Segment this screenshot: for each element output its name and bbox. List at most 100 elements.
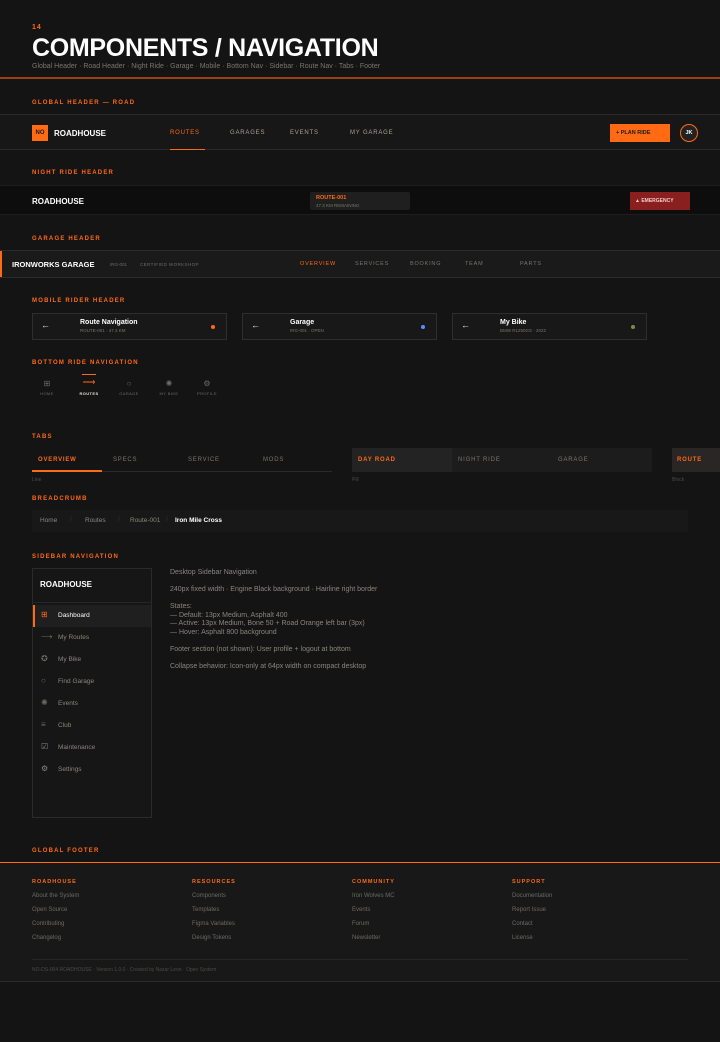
footer-link[interactable]: Design Tokens [192,935,342,949]
sidebar-item-events[interactable]: ✺ Events [33,693,151,715]
sidebar-item-find-garage[interactable]: ○ Find Garage [33,671,151,693]
footer-link[interactable]: Forum [352,921,502,935]
footer-link[interactable]: Open Source [32,907,182,921]
bottom-nav-home[interactable]: ⊞ HOME [32,374,62,404]
footer-link[interactable]: Templates [192,907,342,921]
mobile-header-bike[interactable]: ← My Bike BMW R1250GS · 2022 [452,313,647,340]
sidebar: ROADHOUSE ⊞ Dashboard ⟶ My Routes ✪ My B… [32,568,152,818]
route-status-chip[interactable]: ROUTE-001 47.3 KM REMAINING [310,192,410,210]
footer-link[interactable]: Newsletter [352,935,502,949]
footer-link[interactable]: Changelog [32,935,182,949]
breadcrumb-routes[interactable]: Routes [85,517,106,524]
mobile-card-title: Route Navigation [80,319,138,326]
garage-nav-services[interactable]: SERVICES [355,261,389,267]
sidebar-item-label: Settings [58,766,82,773]
tab-day-road[interactable]: DAY ROAD [352,448,452,472]
tab-service[interactable]: SERVICE [188,457,220,463]
nav-routes[interactable]: ROUTES [170,130,200,136]
sidebar-item-label: Find Garage [58,678,95,685]
garage-nav-team[interactable]: TEAM [465,261,483,267]
sidebar-item-my-routes[interactable]: ⟶ My Routes [33,627,151,649]
tab-mods[interactable]: MODS [263,457,284,463]
back-arrow-icon[interactable]: ← [461,320,470,330]
line-tabs: OVERVIEW SPECS SERVICE MODS [32,448,332,472]
nav-my-garage[interactable]: MY GARAGE [350,130,393,136]
nav-active-underline [170,149,205,150]
footer-link[interactable]: Iron Wolves MC [352,893,502,907]
garage-name[interactable]: IRONWORKS GARAGE [12,260,95,269]
footer-link[interactable]: Figma Variables [192,921,342,935]
logo-text[interactable]: ROADHOUSE [54,129,106,138]
bottom-nav-profile[interactable]: ⚙ PROFILE [192,374,222,404]
breadcrumb-current: Iron Mile Cross [175,517,222,524]
footer-divider [32,959,688,960]
garage-accent-bar [0,251,2,277]
garage-nav-parts[interactable]: PARTS [520,261,542,267]
sidebar-item-label: My Bike [58,656,82,663]
footer-column-title: RESOURCES [192,879,236,885]
section-label-garage-header: GARAGE HEADER [32,236,101,242]
bottom-nav-garage[interactable]: ○ GARAGE [114,374,144,404]
plan-ride-button[interactable]: + PLAN RIDE [610,124,670,142]
nav-garages[interactable]: GARAGES [230,130,265,136]
footer-link[interactable]: Contributing [32,921,182,935]
nav-events[interactable]: EVENTS [290,130,319,136]
footer-link[interactable]: About the System [32,893,182,907]
footer-link[interactable]: Documentation [512,893,662,907]
night-logo-text[interactable]: ROADHOUSE [32,197,84,206]
title-rule [0,77,720,79]
global-footer: ROADHOUSE About the System Open Source C… [0,862,720,982]
route-status-sub: 47.3 KM REMAINING [316,203,360,208]
footer-link[interactable]: License [512,935,662,949]
section-label-breadcrumb: BREADCRUMB [32,496,88,502]
bottom-nav-my-bike[interactable]: ✺ MY BIKE [154,374,184,404]
back-arrow-icon[interactable]: ← [251,320,260,330]
breadcrumb: Home / Routes / Route-001 / Iron Mile Cr… [32,510,688,532]
garage-header: IRONWORKS GARAGE IRG-001 CERTIFIED WORKS… [0,250,720,278]
notes-title: Desktop Sidebar Navigation [170,569,257,576]
emergency-button[interactable]: ▲ EMERGENCY [630,192,690,210]
sidebar-item-label: Maintenance [58,744,96,751]
back-arrow-icon[interactable]: ← [41,320,50,330]
garage-nav-booking[interactable]: BOOKING [410,261,441,267]
sidebar-item-dashboard[interactable]: ⊞ Dashboard [33,605,151,627]
breadcrumb-home[interactable]: Home [40,517,57,524]
garage-code: IRG-001 [110,262,128,267]
mobile-header-garage[interactable]: ← Garage IRG-001 · OPEN [242,313,437,340]
mobile-card-sub: BMW R1250GS · 2022 [500,328,547,333]
sidebar-item-settings[interactable]: ⚙ Settings [33,759,151,781]
footer-column-title: COMMUNITY [352,879,395,885]
footer-link[interactable]: Contact [512,921,662,935]
sidebar-item-my-bike[interactable]: ✪ My Bike [33,649,151,671]
bottom-nav-routes[interactable]: ⟶ ROUTES [74,374,104,404]
gear-icon: ⚙ [203,379,211,388]
mobile-header-route[interactable]: ← Route Navigation ROUTE-001 · 47.3 KM [32,313,227,340]
mobile-card-title: My Bike [500,319,527,326]
tab-night-ride[interactable]: NIGHT RIDE [458,457,501,463]
notes-state: — Active: 13px Medium, Bone 50 + Road Or… [170,620,365,627]
breadcrumb-route-001[interactable]: Route-001 [130,517,160,524]
tab-specs[interactable]: SPECS [113,457,137,463]
sidebar-item-label: Dashboard [58,612,90,619]
logo-badge[interactable]: NO [32,125,48,141]
tab-garage[interactable]: GARAGE [558,457,588,463]
sidebar-item-maintenance[interactable]: ☑ Maintenance [33,737,151,759]
section-label-mobile-header: MOBILE RIDER HEADER [32,298,126,304]
sidebar-item-label: Events [58,700,78,707]
sidebar-divider [33,602,151,603]
sidebar-item-club[interactable]: ≡ Club [33,715,151,737]
footer-link[interactable]: Components [192,893,342,907]
sidebar-logo[interactable]: ROADHOUSE [40,580,92,589]
tabs-caption-pill: Pill [352,477,359,483]
tab-overview[interactable]: OVERVIEW [38,457,77,463]
garage-nav-overview[interactable]: OVERVIEW [300,261,336,267]
section-label-night-header: NIGHT RIDE HEADER [32,170,115,176]
bottom-nav-label: GARAGE [119,391,139,396]
tab-label: DAY ROAD [358,457,396,463]
avatar[interactable]: JK [680,124,698,142]
tab-route[interactable]: ROUTE [677,457,702,463]
breadcrumb-separator: / [166,517,168,523]
footer-link[interactable]: Report Issue [512,907,662,921]
footer-link[interactable]: Events [352,907,502,921]
section-label-footer: GLOBAL FOOTER [32,848,100,854]
